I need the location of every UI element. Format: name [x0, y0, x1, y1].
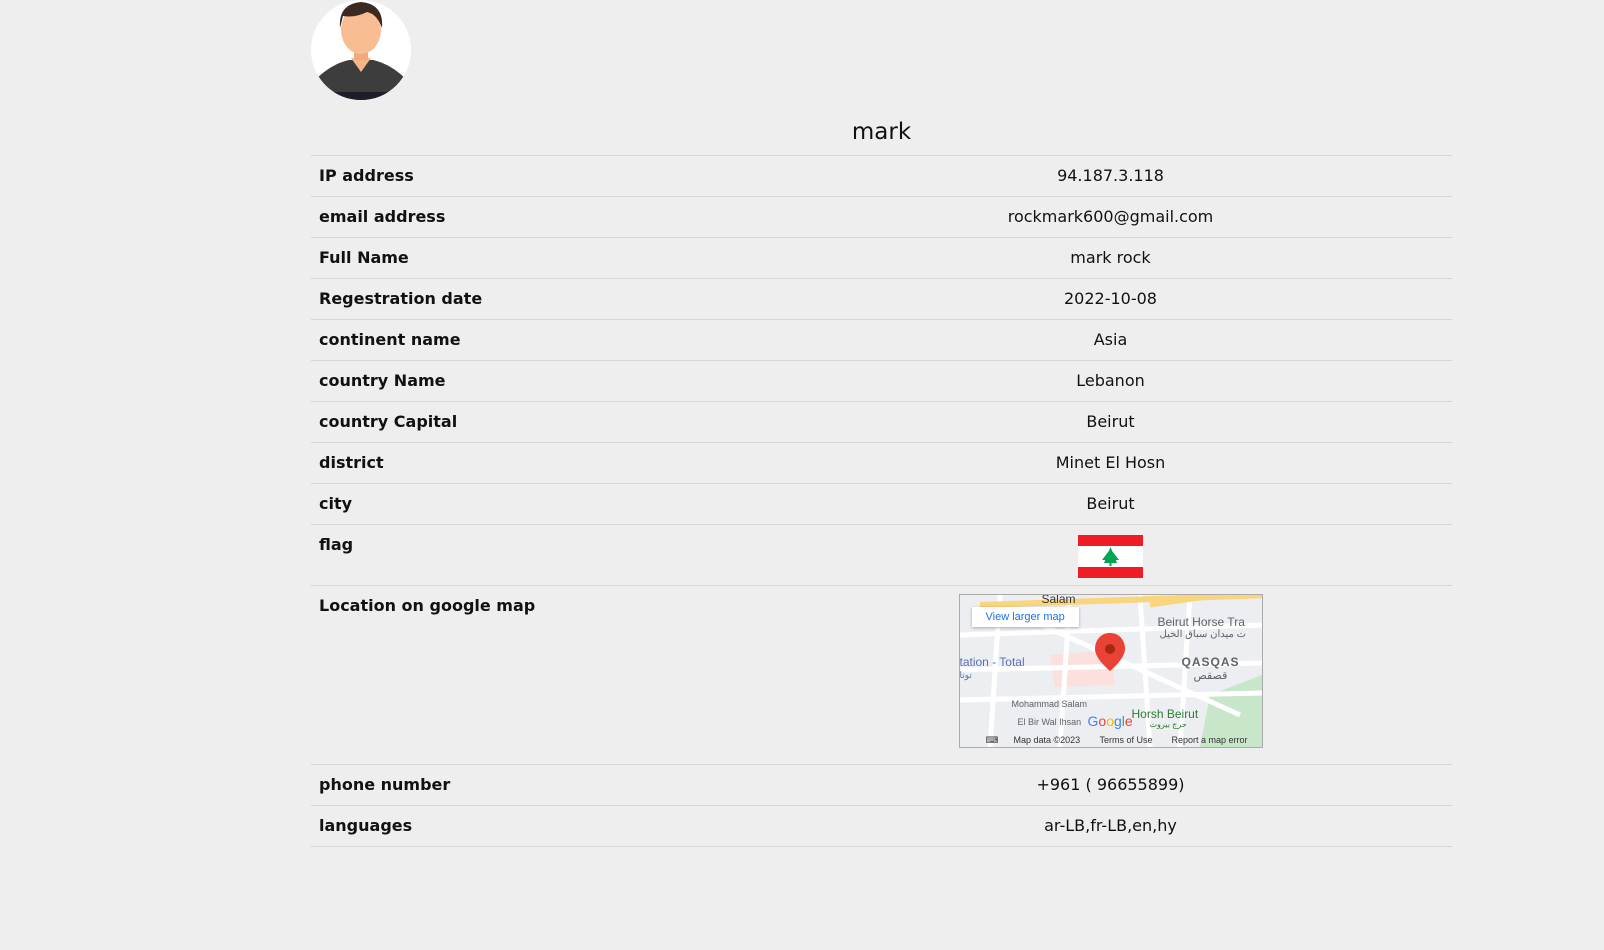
row-label: email address [319, 207, 446, 226]
keyboard-icon[interactable]: ⌨ [986, 735, 999, 746]
info-row: Regestration date 2022-10-08 [311, 279, 1452, 320]
row-value: rockmark600@gmail.com [1007, 207, 1214, 226]
info-row-location: Location on google map Salam Beirut Hors… [311, 586, 1452, 765]
row-label: flag [319, 535, 354, 554]
row-value: 2022-10-08 [1064, 289, 1157, 308]
info-row: phone number +961 ( 96655899) [311, 765, 1452, 806]
row-value [769, 525, 1452, 585]
row-value: Asia [1093, 330, 1128, 349]
map-label-horsh-ar: حرج بيروت [1149, 720, 1187, 729]
user-avatar-icon [311, 0, 411, 100]
view-larger-map-link[interactable]: View larger map [971, 607, 1079, 627]
row-label: district [319, 453, 384, 472]
row-label: Full Name [319, 248, 409, 267]
row-value: mark rock [1070, 248, 1151, 267]
map-label-horse-ar: ت ميدان سباق الخيل [1159, 629, 1247, 640]
row-value: Beirut [1086, 494, 1135, 513]
row-value: Salam Beirut Horse Tra ت ميدان سباق الخي… [769, 586, 1452, 764]
lebanon-flag-icon [1078, 535, 1143, 578]
row-label: Location on google map [319, 596, 536, 615]
map-label-station-ar: توتا [959, 670, 972, 680]
username-heading: mark [311, 117, 1452, 156]
map-label-salam: Salam [1041, 594, 1076, 606]
map-label-qasqas-ar: قصقص [1193, 670, 1228, 682]
row-value: Lebanon [1076, 371, 1145, 390]
row-value: +961 ( 96655899) [1036, 775, 1185, 794]
map-label-horsh: Horsh Beirut [1131, 707, 1199, 721]
google-logo: Google [1087, 713, 1133, 729]
info-row: country Capital Beirut [311, 402, 1452, 443]
info-row: languages ar-LB,fr-LB,en,hy [311, 806, 1452, 847]
row-label: country Capital [319, 412, 458, 431]
row-label: IP address [319, 166, 414, 185]
row-label: Regestration date [319, 289, 483, 308]
map-label-station: tation - Total [959, 655, 1025, 669]
row-value: Minet El Hosn [1055, 453, 1166, 472]
map-label-horse: Beirut Horse Tra [1157, 615, 1245, 629]
report-map-error-link[interactable]: Report a map error [1172, 735, 1248, 745]
row-value: 94.187.3.118 [1057, 166, 1164, 185]
row-label: city [319, 494, 353, 513]
info-row: Full Name mark rock [311, 238, 1452, 279]
google-map-embed[interactable]: Salam Beirut Horse Tra ت ميدان سباق الخي… [958, 594, 1263, 748]
info-row: continent name Asia [311, 320, 1452, 361]
map-label-mohammad: Mohammad Salam [1011, 699, 1088, 709]
info-row: country Name Lebanon [311, 361, 1452, 402]
row-value: ar-LB,fr-LB,en,hy [1044, 816, 1177, 835]
row-value: Beirut [1086, 412, 1135, 431]
row-label: country Name [319, 371, 446, 390]
profile-card: mark IP address 94.187.3.118 email address… [311, 0, 1452, 847]
map-label-qasqas: QASQAS [1181, 655, 1240, 669]
info-row-flag: flag [311, 525, 1452, 586]
info-row: district Minet El Hosn [311, 443, 1452, 484]
info-row: email address rockmark600@gmail.com [311, 197, 1452, 238]
map-footer: ⌨ Map data ©2023 Terms of Use Report a m… [960, 733, 1262, 747]
info-row: IP address 94.187.3.118 [311, 156, 1452, 197]
map-data-text: Map data ©2023 [1013, 735, 1081, 745]
info-row: city Beirut [311, 484, 1452, 525]
map-label-bir: El Bir Wal Ihsan [1017, 717, 1082, 727]
row-label: phone number [319, 775, 451, 794]
row-label: languages [319, 816, 413, 835]
row-label: continent name [319, 330, 461, 349]
terms-of-use-link[interactable]: Terms of Use [1100, 735, 1153, 745]
